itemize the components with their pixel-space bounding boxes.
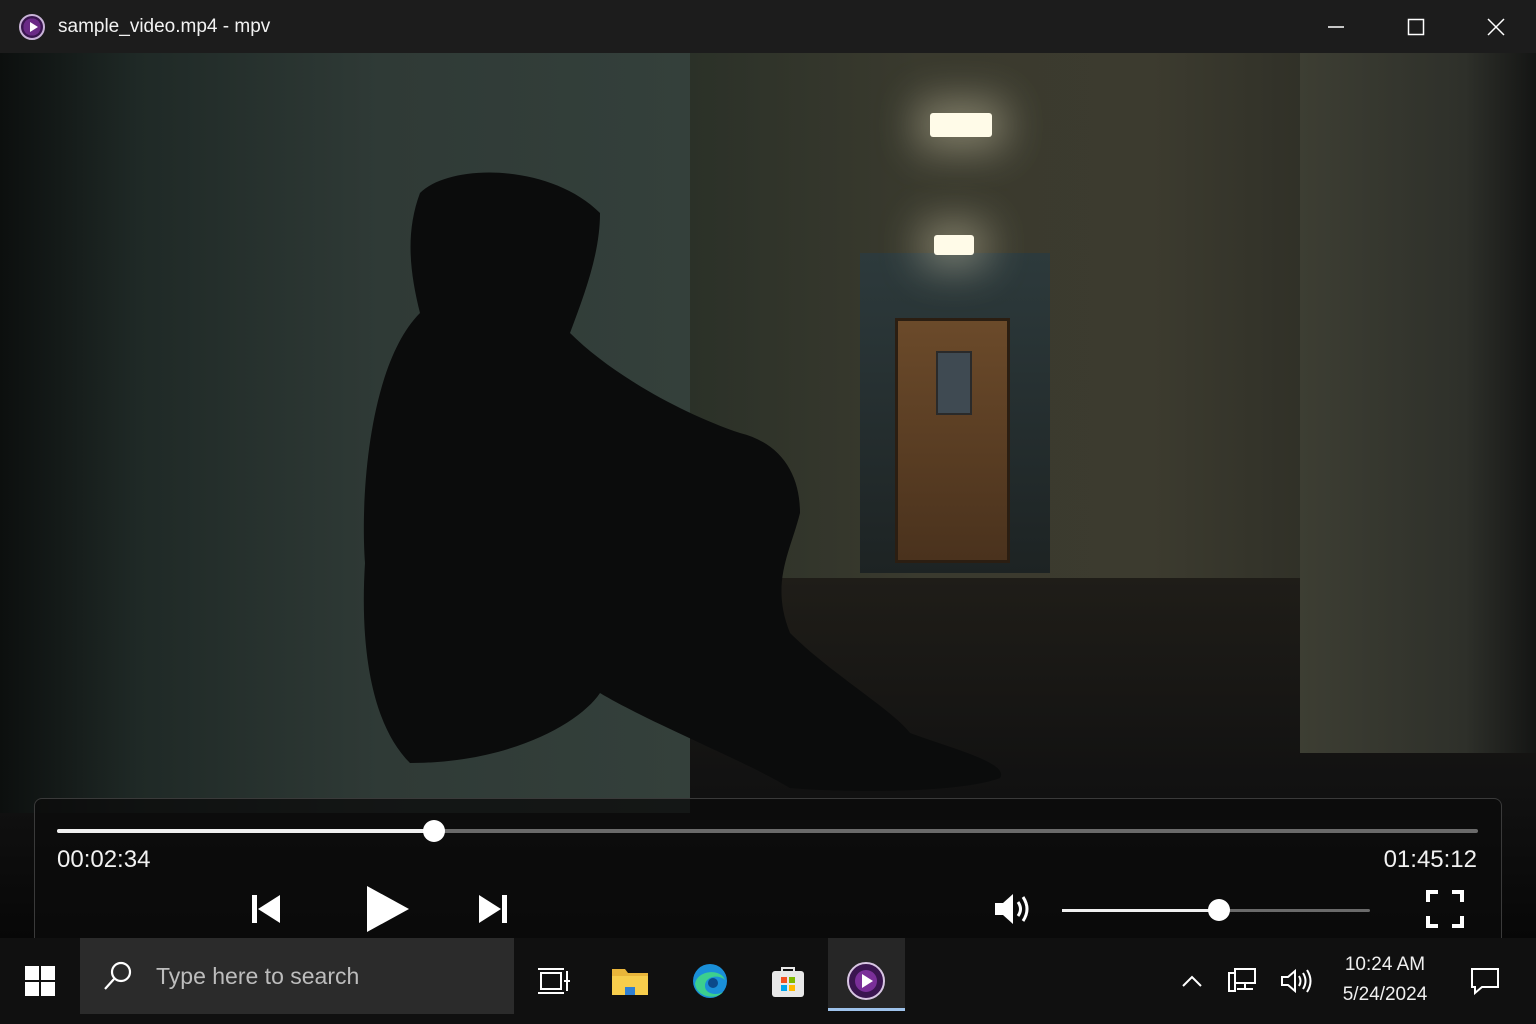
skip-previous-icon [252, 895, 280, 923]
network-icon [1228, 968, 1256, 992]
seek-bar[interactable] [57, 820, 1478, 842]
close-button[interactable] [1456, 0, 1536, 53]
mpv-icon [19, 13, 45, 40]
video-ceiling-light [930, 113, 992, 137]
task-view-button[interactable] [524, 938, 584, 1024]
maximize-button[interactable] [1376, 0, 1456, 53]
mpv-window: sample_video.mp4 - mpv 00:02:34 01:45:12 [0, 0, 1536, 938]
fullscreen-icon [1426, 890, 1464, 928]
window-title: sample_video.mp4 - mpv [58, 15, 271, 37]
seek-handle[interactable] [422, 820, 445, 842]
volume-icon [1281, 968, 1312, 994]
network-button[interactable] [1220, 938, 1264, 1024]
minimize-icon [1328, 25, 1344, 28]
active-app-indicator [828, 1008, 905, 1011]
player-controls: 00:02:34 01:45:12 [34, 798, 1502, 938]
volume-tray-button[interactable] [1274, 938, 1318, 1024]
search-placeholder: Type here to search [156, 962, 360, 989]
previous-button[interactable] [245, 887, 287, 931]
fullscreen-button[interactable] [1425, 889, 1465, 929]
store-icon [772, 967, 804, 997]
chevron-up-icon [1182, 975, 1202, 987]
mpv-taskbar-button[interactable] [836, 938, 896, 1024]
play-button[interactable] [361, 881, 415, 937]
volume-icon [995, 894, 1029, 924]
show-hidden-icons-button[interactable] [1172, 938, 1212, 1024]
duration-time: 01:45:12 [1383, 846, 1477, 873]
window-controls [1296, 0, 1536, 53]
seek-progress [57, 829, 434, 833]
file-explorer-button[interactable] [600, 938, 660, 1024]
volume-button[interactable] [991, 887, 1037, 931]
video-right-wall [1300, 53, 1536, 753]
clock-date: 5/24/2024 [1342, 984, 1428, 1005]
start-button[interactable] [0, 938, 80, 1024]
volume-handle[interactable] [1208, 899, 1231, 921]
task-view-icon [538, 968, 570, 994]
next-button[interactable] [472, 887, 514, 931]
action-center-button[interactable] [1460, 938, 1510, 1024]
search-icon [104, 961, 132, 990]
edge-button[interactable] [680, 938, 740, 1024]
taskbar-search[interactable]: Type here to search [80, 938, 514, 1014]
title-bar[interactable]: sample_video.mp4 - mpv [0, 0, 1536, 54]
maximize-icon [1407, 18, 1425, 35]
clock-time: 10:24 AM [1344, 954, 1426, 975]
windows-start-icon [25, 966, 55, 996]
play-icon [367, 886, 409, 932]
skip-next-icon [479, 895, 507, 923]
minimize-button[interactable] [1296, 0, 1376, 53]
current-time: 00:02:34 [57, 846, 151, 873]
notification-icon [1471, 968, 1499, 996]
store-button[interactable] [758, 938, 818, 1024]
video-person-silhouette [363, 172, 1002, 791]
mpv-icon [847, 962, 885, 1000]
video-frame[interactable]: 00:02:34 01:45:12 [0, 53, 1536, 938]
volume-level [1062, 909, 1220, 912]
edge-icon [693, 964, 727, 998]
file-explorer-icon [612, 969, 648, 995]
volume-slider[interactable] [1062, 899, 1370, 921]
taskbar-clock[interactable]: 10:24 AM 5/24/2024 [1330, 950, 1440, 1010]
close-icon [1487, 17, 1505, 36]
